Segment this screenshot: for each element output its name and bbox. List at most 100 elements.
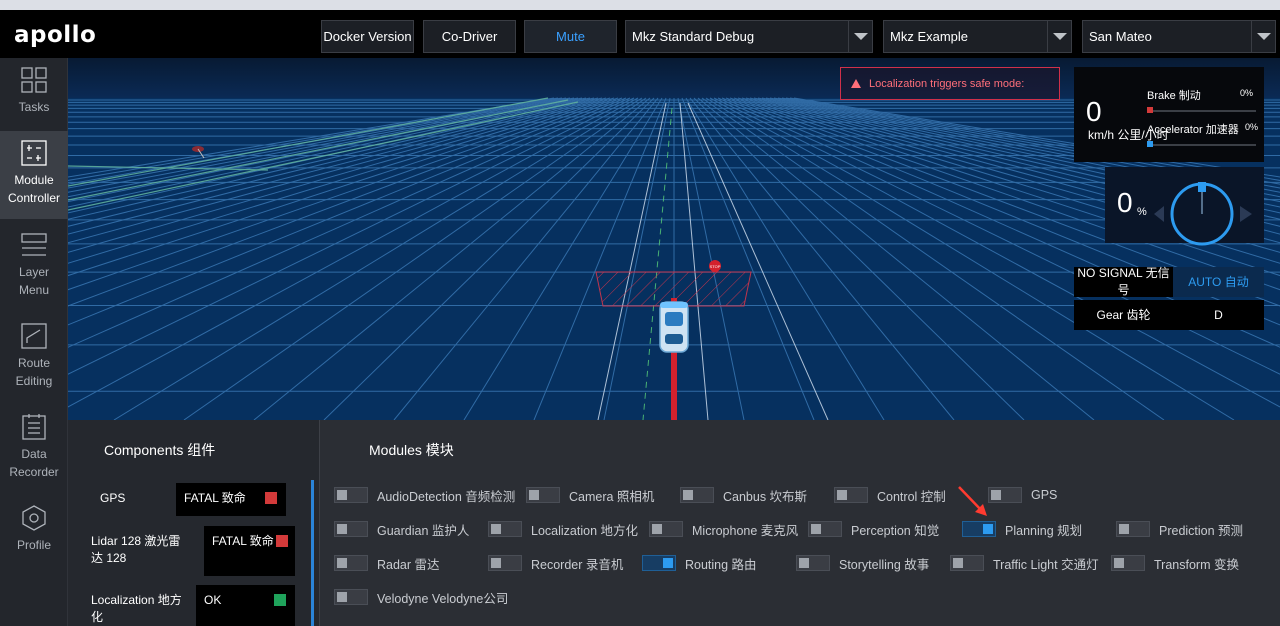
module-toggle-routing[interactable]: Routing 路由: [642, 554, 757, 572]
sidebar-item-label: Data: [21, 447, 47, 461]
module-toggle-canbus[interactable]: Canbus 坎布斯: [680, 486, 807, 504]
module-toggle-velodyne[interactable]: Velodyne Velodyne公司: [334, 588, 508, 606]
module-label: Prediction 预测: [1159, 523, 1244, 538]
sidebar-item-label: Profile: [16, 538, 51, 552]
module-label: Recorder 录音机: [531, 557, 624, 572]
sidebar-item-profile[interactable]: Profile: [0, 496, 68, 582]
localization-alert: Localization triggers safe mode:: [840, 67, 1060, 100]
top-header: apollo Docker Version Co-Driver Mute Mkz…: [0, 10, 1280, 58]
module-label: Perception 知觉: [851, 523, 940, 538]
module-label: Control 控制: [877, 489, 946, 504]
module-label: Velodyne Velodyne公司: [377, 591, 509, 606]
component-status-lidar: FATAL 致命: [204, 526, 295, 576]
module-toggle-planning[interactable]: Planning 规划: [962, 520, 1082, 538]
toggle-switch[interactable]: [834, 487, 868, 503]
module-toggle-guardian[interactable]: Guardian 监护人: [334, 520, 469, 538]
chevron-down-icon: [848, 21, 872, 52]
status-fatal-indicator: [265, 492, 277, 504]
module-label: Camera 照相机: [569, 489, 655, 504]
module-toggle-radar[interactable]: Radar 雷达: [334, 554, 440, 572]
data-recorder-icon: [22, 414, 46, 440]
signal-status: NO SIGNAL 无信号: [1074, 266, 1173, 297]
module-toggle-control[interactable]: Control 控制: [834, 486, 946, 504]
mode-select-value: Mkz Standard Debug: [632, 29, 755, 44]
module-controller-icon: [21, 140, 47, 166]
accelerator-pct: 0%: [1245, 122, 1259, 132]
module-toggle-localization[interactable]: Localization 地方化: [488, 520, 638, 538]
accelerator-indicator: [1147, 141, 1153, 147]
modules-title: Modules 模块: [369, 442, 454, 458]
toggle-switch[interactable]: [796, 555, 830, 571]
module-toggle-transform[interactable]: Transform 变换: [1111, 554, 1239, 572]
accelerator-label: Accelerator 加速器: [1147, 124, 1239, 136]
module-toggle-perception[interactable]: Perception 知觉: [808, 520, 939, 538]
module-toggle-traffic-light[interactable]: Traffic Light 交通灯: [950, 554, 1099, 572]
sidebar-item-layer-menu[interactable]: Layer Menu: [0, 223, 68, 309]
brake-indicator: [1147, 107, 1153, 113]
toggle-switch[interactable]: [488, 521, 522, 537]
steering-unit: %: [1137, 206, 1147, 218]
profile-hex-icon: [22, 505, 46, 531]
map-select-value: San Mateo: [1089, 29, 1152, 44]
toggle-switch[interactable]: [334, 521, 368, 537]
vehicle-select[interactable]: Mkz Example: [883, 20, 1072, 53]
route-editing-icon: [21, 323, 47, 349]
module-toggle-microphone[interactable]: Microphone 麦克风: [649, 520, 798, 538]
sidebar-item-module-controller[interactable]: Module Controller: [0, 131, 68, 219]
sidebar-item-route-editing[interactable]: Route Editing: [0, 314, 68, 400]
sidebar-item-label: Tasks: [18, 100, 50, 114]
apollo-logo: apollo: [14, 22, 97, 48]
sidebar-item-label: Module: [14, 173, 54, 187]
brake-label: Brake 制动: [1147, 90, 1201, 102]
layer-menu-icon: [21, 233, 47, 256]
toggle-switch[interactable]: [526, 487, 560, 503]
component-name-gps: GPS: [100, 491, 126, 505]
toggle-switch[interactable]: [962, 521, 996, 537]
module-label: Guardian 监护人: [377, 523, 470, 538]
toggle-switch[interactable]: [808, 521, 842, 537]
map-select[interactable]: San Mateo: [1082, 20, 1276, 53]
module-label: Localization 地方化: [531, 523, 638, 538]
toggle-switch[interactable]: [334, 555, 368, 571]
alert-text: Localization triggers safe mode:: [869, 77, 1025, 90]
docker-version-button[interactable]: Docker Version: [321, 20, 414, 53]
toggle-switch[interactable]: [642, 555, 676, 571]
components-scrollbar[interactable]: [311, 480, 314, 626]
gear-value: D: [1173, 300, 1264, 330]
warning-triangle-icon: [851, 79, 861, 88]
toggle-switch[interactable]: [1116, 521, 1150, 537]
module-toggle-recorder[interactable]: Recorder 录音机: [488, 554, 623, 572]
toggle-switch[interactable]: [649, 521, 683, 537]
module-toggle-prediction[interactable]: Prediction 预测: [1116, 520, 1243, 538]
annotation-arrow-icon: [958, 486, 987, 516]
toggle-switch[interactable]: [680, 487, 714, 503]
module-label: Radar 雷达: [377, 557, 440, 572]
module-toggle-gps[interactable]: GPS: [988, 486, 1057, 504]
module-toggle-camera[interactable]: Camera 照相机: [526, 486, 654, 504]
sidebar-item-data-recorder[interactable]: Data Recorder: [0, 405, 68, 491]
vehicle-select-value: Mkz Example: [890, 29, 969, 44]
brake-pct: 0%: [1240, 88, 1254, 98]
co-driver-button[interactable]: Co-Driver: [423, 20, 516, 53]
sidebar-item-label: Menu: [18, 283, 50, 297]
sidebar-item-label: Editing: [15, 374, 53, 388]
module-toggle-audiodetection[interactable]: AudioDetection 音频检测: [334, 486, 515, 504]
mute-button[interactable]: Mute: [524, 20, 617, 53]
accelerator-bar: [1148, 144, 1256, 146]
mode-select[interactable]: Mkz Standard Debug: [625, 20, 873, 53]
sidebar-item-label: Recorder: [9, 465, 59, 479]
module-toggle-storytelling[interactable]: Storytelling 故事: [796, 554, 929, 572]
module-label: Storytelling 故事: [839, 557, 930, 572]
steering-wheel-icon: [1154, 182, 1252, 246]
toggle-switch[interactable]: [950, 555, 984, 571]
steering-value: 0: [1117, 187, 1133, 218]
toggle-switch[interactable]: [334, 589, 368, 605]
toggle-switch[interactable]: [334, 487, 368, 503]
chevron-down-icon: [1251, 21, 1275, 52]
toggle-switch[interactable]: [1111, 555, 1145, 571]
component-status-localization: OK: [196, 585, 295, 626]
module-label: GPS: [1031, 488, 1058, 502]
chevron-down-icon: [1047, 21, 1071, 52]
toggle-switch[interactable]: [488, 555, 522, 571]
browser-top-strip: [0, 0, 1280, 10]
